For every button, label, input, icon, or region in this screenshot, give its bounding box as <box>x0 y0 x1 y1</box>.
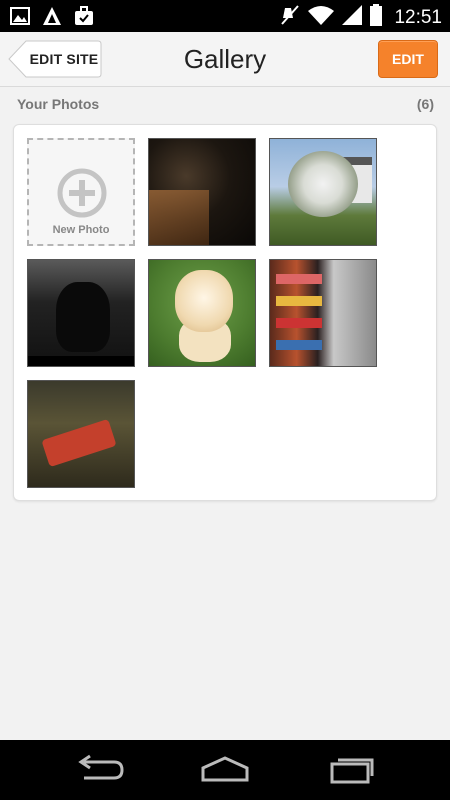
new-photo-button[interactable]: New Photo <box>27 138 135 246</box>
status-time: 12:51 <box>394 6 442 28</box>
app-logo-icon <box>42 6 62 31</box>
photo-count: (6) <box>416 96 434 112</box>
add-circle-icon <box>57 168 107 223</box>
image-icon <box>10 7 30 30</box>
app-header: EDIT SITE Gallery EDIT <box>0 32 450 87</box>
edit-button[interactable]: EDIT <box>378 40 438 78</box>
photo-thumbnail-tree[interactable] <box>269 138 377 246</box>
recent-apps-icon[interactable] <box>322 754 382 786</box>
photo-thumbnail-basketball[interactable] <box>27 380 135 488</box>
new-photo-label: New Photo <box>52 224 110 236</box>
wifi-icon <box>308 5 335 30</box>
system-nav-bar <box>0 740 450 800</box>
home-icon[interactable] <box>195 754 255 786</box>
signal-icon <box>342 5 363 30</box>
briefcase-check-icon <box>74 6 94 31</box>
section-title: Your Photos <box>17 96 100 112</box>
battery-icon <box>370 4 383 31</box>
no-sound-icon <box>280 4 300 31</box>
section-header: Your Photos (6) <box>17 96 434 116</box>
back-icon[interactable] <box>70 754 130 786</box>
photo-thumbnail-store[interactable] <box>269 259 377 367</box>
photo-thumbnail-dog[interactable] <box>27 259 135 367</box>
status-bar: 12:51 <box>0 0 450 32</box>
photo-gallery-card: New Photo <box>13 124 437 501</box>
photo-thumbnail-cat[interactable] <box>148 138 256 246</box>
photo-thumbnail-puppy[interactable] <box>148 259 256 367</box>
